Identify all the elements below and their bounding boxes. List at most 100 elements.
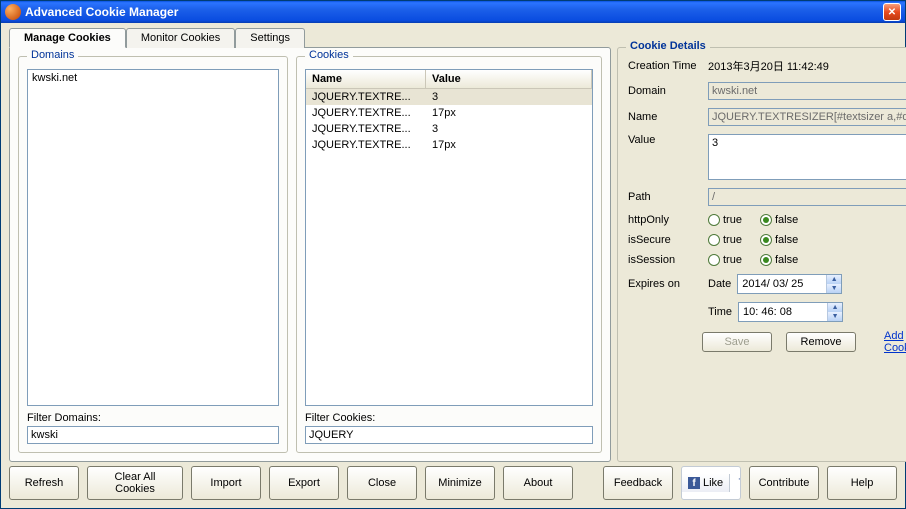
spin-up-icon[interactable]: ▲ <box>827 275 841 284</box>
content-area: Manage Cookies Monitor Cookies Settings … <box>1 23 905 508</box>
name-field <box>708 108 906 126</box>
tabstrip: Manage Cookies Monitor Cookies Settings <box>9 27 897 47</box>
domains-fieldset: Domains kwski.net Filter Domains: <box>18 56 288 453</box>
issession-false-radio[interactable]: false <box>760 254 798 266</box>
value-field[interactable] <box>708 134 906 180</box>
spin-buttons: ▲ ▼ <box>827 303 842 321</box>
expires-time-spinner[interactable]: ▲ ▼ <box>738 302 843 322</box>
close-window-button[interactable]: ✕ <box>883 3 901 21</box>
domains-legend: Domains <box>27 49 78 61</box>
time-label: Time <box>708 306 732 318</box>
help-button[interactable]: Help <box>827 466 897 500</box>
spin-down-icon[interactable]: ▼ <box>827 284 841 293</box>
expires-date-spinner[interactable]: ▲ ▼ <box>737 274 842 294</box>
domain-item[interactable]: kwski.net <box>28 70 278 86</box>
col-value[interactable]: Value <box>426 70 592 88</box>
cell-name: JQUERY.TEXTRE... <box>306 105 426 121</box>
cell-value: 3 <box>426 89 592 105</box>
radio-icon <box>760 234 772 246</box>
domains-listbox[interactable]: kwski.net <box>27 69 279 406</box>
titlebar: Advanced Cookie Manager ✕ <box>1 1 905 23</box>
expires-date-input[interactable] <box>738 275 826 293</box>
row-httponly: httpOnly true false <box>628 214 906 226</box>
cookies-fieldset: Cookies Name Value JQUERY.TEXTRE... 3 <box>296 56 602 453</box>
issecure-false-radio[interactable]: false <box>760 234 798 246</box>
radio-icon <box>760 254 772 266</box>
cookies-table[interactable]: Name Value JQUERY.TEXTRE... 3 JQUERY.TEX… <box>305 69 593 406</box>
window-title: Advanced Cookie Manager <box>25 5 883 19</box>
row-expires-date: Expires on Date ▲ ▼ <box>628 274 906 294</box>
export-button[interactable]: Export <box>269 466 339 500</box>
issession-true-radio[interactable]: true <box>708 254 742 266</box>
minimize-button[interactable]: Minimize <box>425 466 495 500</box>
row-issession: isSession true false <box>628 254 906 266</box>
col-name[interactable]: Name <box>306 70 426 88</box>
httponly-false-radio[interactable]: false <box>760 214 798 226</box>
creation-time-value: 2013年3月20日 11:42:49 <box>708 58 829 74</box>
radio-icon <box>708 214 720 226</box>
cell-value: 3 <box>426 121 592 137</box>
table-row[interactable]: JQUERY.TEXTRE... 17px <box>306 105 592 121</box>
cell-value: 17px <box>426 137 592 153</box>
issession-label: isSession <box>628 254 702 266</box>
filter-domains-label: Filter Domains: <box>27 412 279 424</box>
cookies-header: Name Value <box>306 70 592 89</box>
cell-value: 17px <box>426 105 592 121</box>
cookie-details-panel: Cookie Details Creation Time 2013年3月20日 … <box>617 47 906 462</box>
app-window: Advanced Cookie Manager ✕ Manage Cookies… <box>0 0 906 509</box>
like-label: Like <box>703 477 723 489</box>
like-count: 72 <box>730 474 741 492</box>
spin-up-icon[interactable]: ▲ <box>828 303 842 312</box>
table-row[interactable]: JQUERY.TEXTRE... 17px <box>306 137 592 153</box>
row-expires-time: Time ▲ ▼ <box>628 302 906 322</box>
filter-cookies-input[interactable] <box>305 426 593 444</box>
cell-name: JQUERY.TEXTRE... <box>306 137 426 153</box>
httponly-true-radio[interactable]: true <box>708 214 742 226</box>
radio-icon <box>760 214 772 226</box>
expires-time-input[interactable] <box>739 303 827 321</box>
facebook-icon: f <box>688 477 700 489</box>
filter-cookies-label: Filter Cookies: <box>305 412 593 424</box>
table-row[interactable]: JQUERY.TEXTRE... 3 <box>306 121 592 137</box>
cell-name: JQUERY.TEXTRE... <box>306 121 426 137</box>
save-button[interactable]: Save <box>702 332 772 352</box>
filter-domains-input[interactable] <box>27 426 279 444</box>
row-creation-time: Creation Time 2013年3月20日 11:42:49 <box>628 58 906 74</box>
path-field <box>708 188 906 206</box>
tab-page: Domains kwski.net Filter Domains: Cookie… <box>9 47 611 462</box>
facebook-like-widget[interactable]: f Like 72 <box>681 466 741 500</box>
refresh-button[interactable]: Refresh <box>9 466 79 500</box>
contribute-button[interactable]: Contribute <box>749 466 819 500</box>
spin-down-icon[interactable]: ▼ <box>828 312 842 321</box>
cell-name: JQUERY.TEXTRE... <box>306 89 426 105</box>
row-path: Path <box>628 188 906 206</box>
issecure-true-radio[interactable]: true <box>708 234 742 246</box>
remove-button[interactable]: Remove <box>786 332 856 352</box>
close-button[interactable]: Close <box>347 466 417 500</box>
close-icon: ✕ <box>888 7 896 18</box>
detail-buttons: Save Remove Add Cookie <box>702 330 906 354</box>
radio-icon <box>708 234 720 246</box>
import-button[interactable]: Import <box>191 466 261 500</box>
row-value: Value <box>628 134 906 180</box>
row-name: Name <box>628 108 906 126</box>
radio-icon <box>708 254 720 266</box>
tab-settings[interactable]: Settings <box>235 28 305 48</box>
spin-buttons: ▲ ▼ <box>826 275 841 293</box>
add-cookie-link[interactable]: Add Cookie <box>884 330 906 354</box>
row-issecure: isSecure true false <box>628 234 906 246</box>
tab-monitor-cookies[interactable]: Monitor Cookies <box>126 28 235 48</box>
cookies-legend: Cookies <box>305 49 353 61</box>
tab-manage-cookies[interactable]: Manage Cookies <box>9 28 126 48</box>
clear-all-cookies-button[interactable]: Clear All Cookies <box>87 466 183 500</box>
domain-field <box>708 82 906 100</box>
httponly-label: httpOnly <box>628 214 702 226</box>
app-icon <box>5 4 21 20</box>
value-label: Value <box>628 134 702 146</box>
bottom-toolbar: Refresh Clear All Cookies Import Export … <box>9 466 897 500</box>
table-row[interactable]: JQUERY.TEXTRE... 3 <box>306 89 592 105</box>
about-button[interactable]: About <box>503 466 573 500</box>
name-label: Name <box>628 111 702 123</box>
feedback-button[interactable]: Feedback <box>603 466 673 500</box>
path-label: Path <box>628 191 702 203</box>
